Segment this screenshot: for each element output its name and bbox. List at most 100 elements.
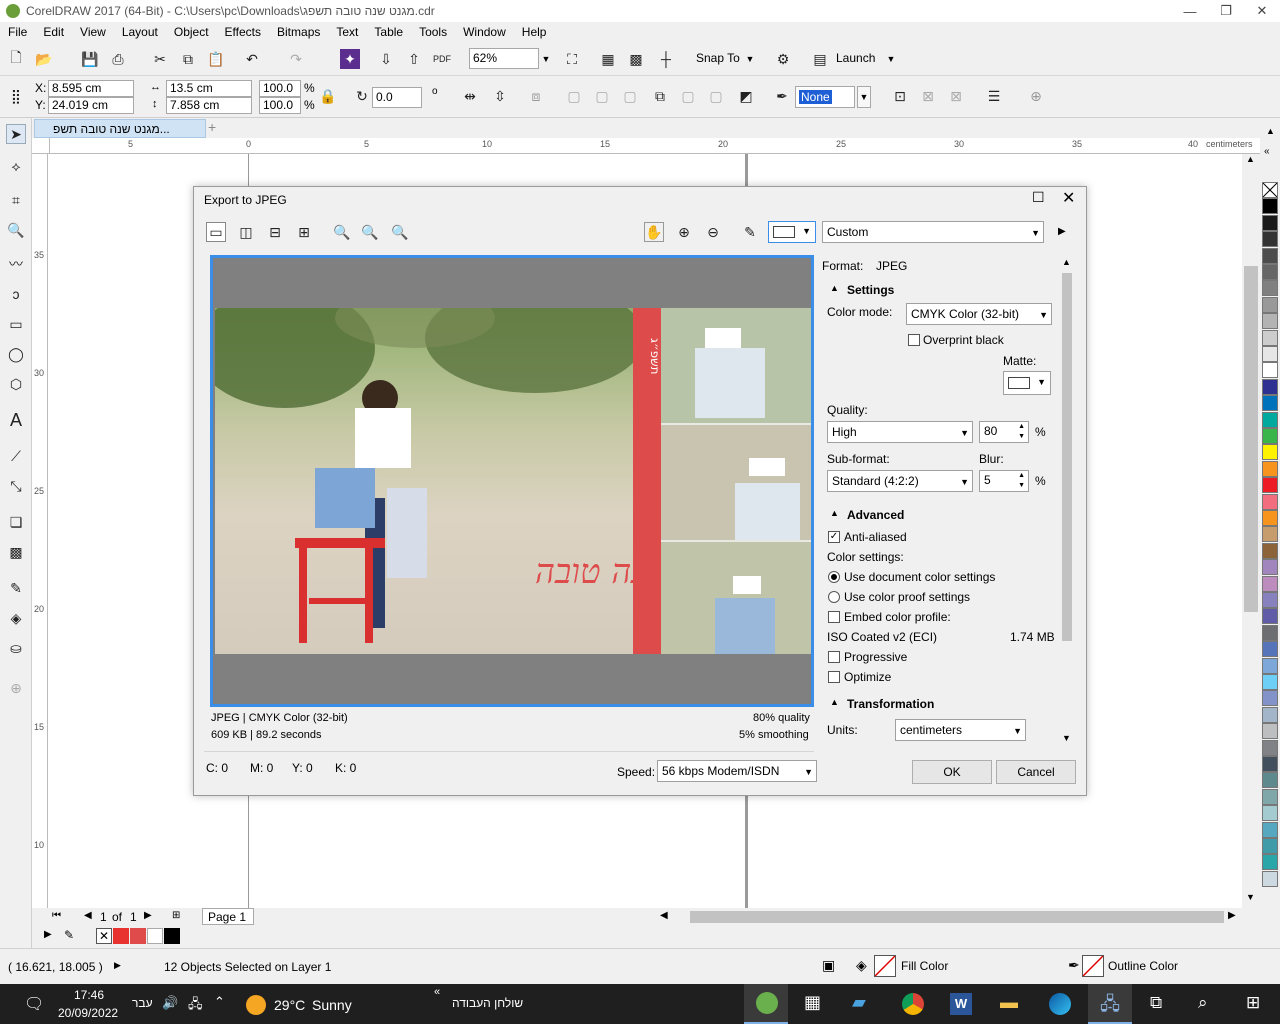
redo-icon[interactable]: ↷ bbox=[286, 49, 306, 69]
polygon-tool-icon[interactable]: ⬡ bbox=[6, 374, 26, 394]
palette-color-swatch[interactable] bbox=[1262, 231, 1278, 248]
outline-pen-icon[interactable]: ✒ bbox=[772, 86, 792, 106]
no-color-swatch[interactable]: ✕ bbox=[96, 928, 112, 944]
launch-dropdown-icon[interactable]: ▼ bbox=[884, 49, 898, 69]
full-screen-preview-icon[interactable]: ▭ bbox=[206, 222, 226, 242]
advanced-collapse-icon[interactable]: ▲ bbox=[830, 508, 839, 518]
restore-icon[interactable]: ❐ bbox=[1208, 0, 1244, 22]
palette-color-swatch[interactable] bbox=[1262, 313, 1278, 330]
palette-color-swatch[interactable] bbox=[1262, 198, 1278, 215]
palette-menu-icon[interactable]: « bbox=[1264, 146, 1270, 157]
edge-icon[interactable] bbox=[1049, 993, 1071, 1015]
y-position-input[interactable]: 24.019 cm bbox=[48, 97, 134, 114]
eyedropper-preview-icon[interactable]: ✎ bbox=[740, 222, 760, 242]
matte-color-picker[interactable]: ▼ bbox=[768, 221, 816, 243]
palette-color-swatch[interactable] bbox=[1262, 805, 1278, 822]
weld-icon[interactable]: ▢ bbox=[564, 86, 584, 106]
back-minus-front-icon[interactable]: ▢ bbox=[706, 86, 726, 106]
add-page-icon[interactable]: ⊞ bbox=[172, 910, 180, 921]
palette-color-swatch[interactable] bbox=[1262, 526, 1278, 543]
clock-time[interactable]: 17:46 bbox=[74, 988, 104, 1002]
overprint-black-checkbox[interactable] bbox=[908, 334, 920, 346]
menu-window[interactable]: Window bbox=[455, 25, 514, 39]
network-icon[interactable]: 🖧 bbox=[188, 995, 203, 1017]
menu-bitmaps[interactable]: Bitmaps bbox=[269, 25, 328, 39]
palette-color-swatch[interactable] bbox=[1262, 444, 1278, 461]
preset-menu-icon[interactable]: ▶ bbox=[1058, 226, 1066, 237]
new-document-icon[interactable]: 🗋 bbox=[6, 49, 26, 69]
simplify-icon[interactable]: ⧉ bbox=[650, 86, 670, 106]
settings-collapse-icon[interactable]: ▲ bbox=[830, 283, 839, 293]
ellipse-tool-icon[interactable]: ◯ bbox=[6, 344, 26, 364]
palette-color-swatch[interactable] bbox=[1262, 542, 1278, 559]
speed-select[interactable]: 56 kbps Modem/ISDN ▼ bbox=[657, 760, 817, 782]
zoom-tool-icon[interactable]: 🔍 bbox=[6, 220, 26, 240]
quad-preview-icon[interactable]: ⊞ bbox=[294, 222, 314, 242]
weather-description[interactable]: Sunny bbox=[312, 997, 352, 1013]
ungroup-all-icon[interactable]: ⊠ bbox=[946, 86, 966, 106]
quality-spinner[interactable]: 80 ▲ ▼ bbox=[979, 421, 1029, 443]
menu-table[interactable]: Table bbox=[366, 25, 411, 39]
horizontal-ruler[interactable]: 5 0 5 10 15 20 25 30 35 40 centimeters bbox=[50, 138, 1260, 154]
outline-width-select[interactable]: None bbox=[795, 86, 855, 108]
split-horizontal-preview-icon[interactable]: ⊟ bbox=[265, 222, 285, 242]
paste-icon[interactable]: 📋 bbox=[206, 49, 226, 69]
palette-scroll-up-icon[interactable]: ▲ bbox=[1266, 126, 1275, 136]
menu-tools[interactable]: Tools bbox=[411, 25, 455, 39]
palette-color-swatch[interactable] bbox=[1262, 592, 1278, 608]
desktop-toolbar-label[interactable]: שולחן העבודה bbox=[452, 996, 523, 1010]
options-gear-icon[interactable]: ⚙ bbox=[773, 49, 793, 69]
progressive-checkbox[interactable] bbox=[828, 651, 840, 663]
transformation-header[interactable]: Transformation bbox=[847, 697, 934, 711]
advanced-header[interactable]: Advanced bbox=[847, 508, 904, 522]
mirror-horizontal-icon[interactable]: ⇹ bbox=[460, 86, 480, 106]
palette-color-swatch[interactable] bbox=[1262, 608, 1278, 625]
quality-select[interactable]: High ▼ bbox=[827, 421, 973, 443]
menu-file[interactable]: File bbox=[0, 25, 35, 39]
rotation-input[interactable]: 0.0 bbox=[372, 87, 422, 108]
export-preview[interactable]: שנה טובה תשפ״ג bbox=[210, 255, 814, 707]
palette-color-swatch[interactable] bbox=[1262, 821, 1278, 838]
mirror-vertical-icon[interactable]: ⇳ bbox=[490, 86, 510, 106]
palette-color-swatch[interactable] bbox=[1262, 214, 1278, 231]
page-tab[interactable]: Page 1 bbox=[202, 908, 254, 925]
scroll-up-icon[interactable]: ▲ bbox=[1246, 154, 1255, 164]
artistic-media-tool-icon[interactable]: ↄ bbox=[6, 284, 26, 304]
task-view-icon[interactable]: ⧉ bbox=[1150, 993, 1162, 1013]
create-boundary-icon[interactable]: ◩ bbox=[736, 86, 756, 106]
menu-object[interactable]: Object bbox=[166, 25, 217, 39]
taskbar-network-app-button[interactable]: 🖧 bbox=[1088, 984, 1132, 1024]
palette-color-swatch[interactable] bbox=[1262, 378, 1278, 395]
show-guidelines-icon[interactable]: ┼ bbox=[656, 49, 676, 69]
show-grid-icon[interactable]: ▩ bbox=[626, 49, 646, 69]
drop-shadow-tool-icon[interactable]: ❏ bbox=[6, 512, 26, 532]
scroll-down-icon[interactable]: ▼ bbox=[1246, 892, 1255, 902]
zoom-out-icon[interactable]: ⊖ bbox=[703, 222, 723, 242]
show-rulers-icon[interactable]: ▦ bbox=[598, 49, 618, 69]
ok-button[interactable]: OK bbox=[912, 760, 992, 784]
next-page-icon[interactable]: ▶ bbox=[144, 910, 152, 921]
object-origin-icon[interactable]: ⣿ bbox=[6, 86, 26, 106]
palette-color-swatch[interactable] bbox=[1262, 247, 1278, 264]
app-window-icon[interactable]: ▰ bbox=[852, 992, 866, 1013]
palette-color-swatch[interactable] bbox=[1262, 346, 1278, 362]
scale-height-input[interactable]: 100.0 bbox=[259, 97, 301, 114]
palette-color-swatch[interactable] bbox=[1262, 395, 1278, 412]
outline-none-swatch[interactable] bbox=[1082, 955, 1104, 977]
palette-color-swatch[interactable] bbox=[1262, 296, 1278, 313]
search-icon[interactable]: ⌕ bbox=[1198, 993, 1208, 1013]
palette-color-swatch[interactable] bbox=[1262, 870, 1278, 887]
menu-view[interactable]: View bbox=[72, 25, 114, 39]
scroll-right-icon[interactable]: ▶ bbox=[1228, 910, 1236, 921]
notifications-icon[interactable]: 🗨 bbox=[24, 994, 44, 1014]
document-tab[interactable]: מגנט שנה טובה תשפ... bbox=[34, 119, 206, 138]
group-icon[interactable]: ⊡ bbox=[890, 86, 910, 106]
vertical-scrollbar[interactable]: ▲ ▼ bbox=[1242, 154, 1260, 908]
taskbar-coreldraw-button[interactable] bbox=[744, 984, 788, 1024]
palette-color-swatch[interactable] bbox=[1262, 510, 1278, 526]
ungroup-icon[interactable]: ⊠ bbox=[918, 86, 938, 106]
palette-color-swatch[interactable] bbox=[1262, 674, 1278, 690]
shape-tool-icon[interactable]: ⟡ bbox=[6, 156, 26, 176]
optimize-checkbox[interactable] bbox=[828, 671, 840, 683]
calculator-icon[interactable]: ▦ bbox=[804, 992, 821, 1013]
